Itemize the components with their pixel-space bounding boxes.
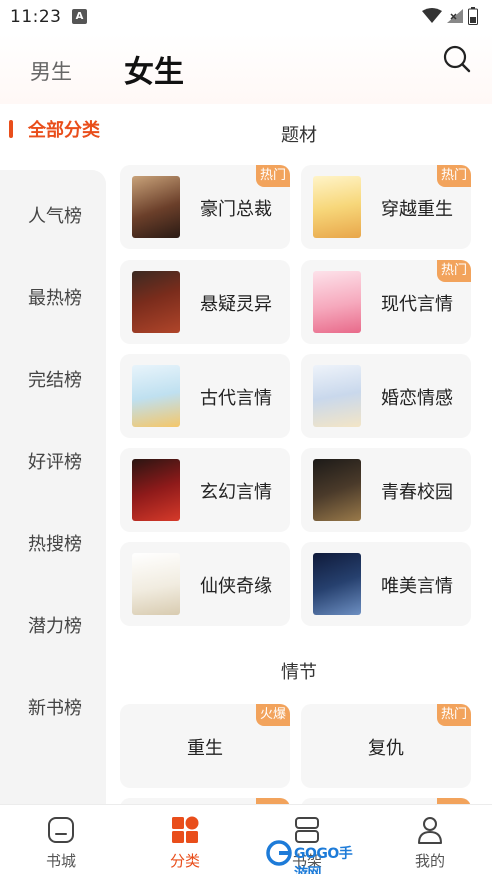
sidebar-item-label: 全部分类 — [28, 120, 100, 141]
genre-card[interactable]: 现代言情 热门 — [301, 260, 471, 344]
nav-label: 分类 — [169, 852, 200, 870]
nav-category[interactable]: 分类 — [135, 805, 235, 874]
hot-badge: 热门 — [437, 260, 471, 282]
bookstore-icon — [48, 817, 74, 843]
sidebar-item-top-rated[interactable]: 好评榜 — [0, 440, 106, 480]
genre-label: 婚恋情感 — [381, 388, 453, 409]
book-cover-image — [313, 365, 361, 427]
profile-icon — [418, 817, 442, 844]
plot-card[interactable]: 复仇 热门 — [301, 704, 471, 788]
genre-label: 悬疑灵异 — [200, 294, 272, 315]
sidebar-item-label: 最热榜 — [28, 288, 82, 309]
trending-badge: 火爆 — [256, 704, 290, 726]
book-cover-image — [132, 365, 180, 427]
book-cover-image — [313, 553, 361, 615]
genre-card[interactable]: 青春校园 — [301, 448, 471, 532]
genre-card[interactable]: 穿越重生 热门 — [301, 165, 471, 249]
sidebar-item-label: 好评榜 — [28, 452, 82, 473]
genre-card[interactable]: 婚恋情感 — [301, 354, 471, 438]
gogo-logo-icon — [266, 840, 292, 866]
active-indicator — [9, 120, 13, 138]
nav-bookstore[interactable]: 书城 — [11, 805, 111, 874]
watermark-logo: GOGO手游网 — [266, 838, 362, 874]
nav-label: 我的 — [414, 852, 445, 870]
signal-icon — [447, 9, 463, 23]
genre-card[interactable]: 仙侠奇缘 — [120, 542, 290, 626]
genre-label: 古代言情 — [200, 388, 272, 409]
header: 男生 女生 — [0, 34, 492, 104]
sidebar-item-label: 完结榜 — [28, 370, 82, 391]
genre-card[interactable]: 古代言情 — [120, 354, 290, 438]
watermark-text: GOGO手游网 — [294, 846, 353, 874]
hot-badge: 热门 — [437, 704, 471, 726]
category-content: 题材 豪门总裁 热门 穿越重生 热门 悬疑灵异 现代言情 热门 古代言情 婚恋情… — [106, 104, 492, 804]
plot-label: 重生 — [187, 738, 223, 759]
status-bar: 11:23 A — [0, 0, 492, 34]
genre-label: 仙侠奇缘 — [200, 576, 272, 597]
status-time: 11:23 — [10, 7, 62, 27]
book-cover-image — [132, 553, 180, 615]
genre-card[interactable]: 玄幻言情 — [120, 448, 290, 532]
status-icons — [422, 6, 478, 26]
nav-label: 书城 — [45, 852, 76, 870]
plot-label: 复仇 — [368, 738, 404, 759]
search-icon[interactable] — [442, 44, 472, 74]
book-cover-image — [313, 176, 361, 238]
book-cover-image — [313, 459, 361, 521]
genre-label: 现代言情 — [381, 294, 453, 315]
sidebar-item-label: 热搜榜 — [28, 534, 82, 555]
genre-label: 玄幻言情 — [200, 482, 272, 503]
book-cover-image — [132, 176, 180, 238]
hot-badge: 热门 — [437, 165, 471, 187]
plot-card[interactable]: 重生 火爆 — [120, 704, 290, 788]
genre-label: 穿越重生 — [381, 199, 453, 220]
section-title-plots: 情节 — [281, 662, 317, 683]
sidebar-item-label: 人气榜 — [28, 206, 82, 227]
genre-card[interactable]: 豪门总裁 热门 — [120, 165, 290, 249]
sidebar-item-label: 新书榜 — [28, 698, 82, 719]
battery-icon — [468, 7, 478, 25]
genre-label: 唯美言情 — [381, 576, 453, 597]
sidebar-item-trending-search[interactable]: 热搜榜 — [0, 522, 106, 562]
sidebar-item-new-books[interactable]: 新书榜 — [0, 686, 106, 726]
genre-label: 豪门总裁 — [200, 199, 272, 220]
sidebar-item-label: 潜力榜 — [28, 616, 82, 637]
sidebar-list: 人气榜 最热榜 完结榜 好评榜 热搜榜 潜力榜 新书榜 — [0, 170, 106, 810]
tab-female[interactable]: 女生 — [124, 47, 184, 91]
tab-male[interactable]: 男生 — [30, 56, 72, 86]
sidebar-item-popular[interactable]: 人气榜 — [0, 194, 106, 234]
category-sidebar: 全部分类 人气榜 最热榜 完结榜 好评榜 热搜榜 潜力榜 新书榜 — [0, 104, 106, 810]
wifi-icon — [422, 8, 442, 23]
book-cover-image — [313, 271, 361, 333]
genre-label: 青春校园 — [381, 482, 453, 503]
sidebar-item-completed[interactable]: 完结榜 — [0, 358, 106, 398]
bottom-navigation: 书城 分类 书架 我的 — [0, 804, 492, 874]
nav-profile[interactable]: 我的 — [380, 805, 480, 874]
notification-icon: A — [72, 9, 87, 24]
book-cover-image — [132, 271, 180, 333]
hot-badge: 热门 — [256, 165, 290, 187]
sidebar-item-potential[interactable]: 潜力榜 — [0, 604, 106, 644]
section-title-themes: 题材 — [281, 125, 317, 146]
genre-card[interactable]: 唯美言情 — [301, 542, 471, 626]
book-cover-image — [132, 459, 180, 521]
sidebar-item-all-categories[interactable]: 全部分类 — [0, 104, 106, 170]
category-grid-icon — [172, 816, 199, 843]
sidebar-item-hottest[interactable]: 最热榜 — [0, 276, 106, 316]
genre-card[interactable]: 悬疑灵异 — [120, 260, 290, 344]
